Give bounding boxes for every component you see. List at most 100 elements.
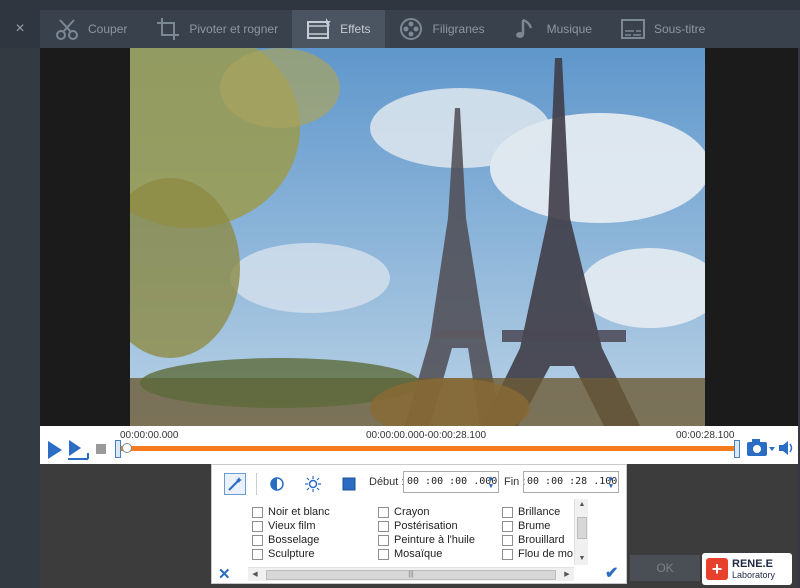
trim-end-handle[interactable] xyxy=(734,440,740,458)
end-time-spinner[interactable]: ▲ ▼ xyxy=(606,474,616,490)
effect-label: Noir et blanc xyxy=(268,506,330,518)
play-to-end-icon[interactable] xyxy=(66,439,90,461)
effect-checkbox-vieux-film[interactable]: Vieux film xyxy=(252,519,330,533)
tab-effets[interactable]: Effets xyxy=(292,10,385,48)
trim-start-handle[interactable] xyxy=(115,440,121,458)
brightness-tool[interactable] xyxy=(302,473,324,495)
effects-column-1: Noir et blanc Vieux film Bosselage Sculp… xyxy=(252,505,330,561)
horizontal-scrollbar[interactable]: ◀ ||| ▶ xyxy=(248,567,574,581)
tab-filigranes[interactable]: Filigranes xyxy=(385,10,499,48)
logo-title: RENE.E xyxy=(732,558,773,570)
close-icon[interactable]: × xyxy=(0,10,40,48)
effect-checkbox-peinture-a-l-huile[interactable]: Peinture à l'huile xyxy=(378,533,475,547)
logo-subtitle: Laboratory xyxy=(732,570,776,580)
checkbox[interactable] xyxy=(378,520,389,532)
tab-label: Filigranes xyxy=(432,22,485,36)
tab-label: Couper xyxy=(88,22,128,36)
effect-label: Brouillard xyxy=(518,534,565,546)
scroll-left-arrow-icon[interactable]: ◀ xyxy=(248,568,262,582)
tab-musique[interactable]: Musique xyxy=(499,10,606,48)
end-time-value: 00 :00 :28 .100 xyxy=(527,476,618,487)
timeline-start-time: 00:00:00.000 xyxy=(120,430,179,441)
checkbox[interactable] xyxy=(252,548,263,560)
scroll-up-arrow-icon[interactable]: ▲ xyxy=(575,499,589,511)
checkbox[interactable] xyxy=(252,520,263,532)
effect-label: Flou de mo xyxy=(518,548,574,560)
subtitle-icon xyxy=(620,19,645,39)
start-time-value: 00 :00 :00 .000 xyxy=(407,476,498,487)
timeline-range-time: 00:00:00.000-00:00:28.100 xyxy=(366,430,487,441)
editor-tabs: Couper Pivoter et rogner Effets Filigran… xyxy=(40,10,800,48)
magic-wand-tool[interactable] xyxy=(224,473,246,495)
magic-wand-icon xyxy=(228,477,242,491)
volume-icon[interactable] xyxy=(778,440,796,456)
effect-checkbox-posterisation[interactable]: Postérisation xyxy=(378,519,475,533)
effect-checkbox-brouillard[interactable]: Brouillard xyxy=(502,533,573,547)
contrast-icon xyxy=(270,477,284,491)
brightness-icon xyxy=(305,476,321,492)
horizontal-scroll-thumb[interactable]: ||| xyxy=(266,570,556,580)
contrast-tool[interactable] xyxy=(266,473,288,495)
timeline-end-time: 00:00:28.100 xyxy=(676,430,735,441)
scroll-right-arrow-icon[interactable]: ▶ xyxy=(560,568,574,582)
cancel-icon[interactable]: ✕ xyxy=(218,565,231,583)
effect-label: Crayon xyxy=(394,506,430,518)
tab-couper[interactable]: Couper xyxy=(40,10,141,48)
effect-checkbox-sculpture[interactable]: Sculpture xyxy=(252,547,330,561)
tab-label: Effets xyxy=(340,22,371,36)
effect-checkbox-flou-de-mouvement[interactable]: Flou de mo xyxy=(502,547,573,561)
film-effects-icon xyxy=(307,18,332,39)
effect-checkbox-noir-et-blanc[interactable]: Noir et blanc xyxy=(252,505,330,519)
vertical-scroll-thumb[interactable] xyxy=(577,517,587,539)
effect-label: Vieux film xyxy=(268,520,316,532)
crop-icon xyxy=(157,18,180,40)
checkbox[interactable] xyxy=(502,548,513,560)
effect-checkbox-brume[interactable]: Brume xyxy=(502,519,573,533)
tab-pivoter-et-rogner[interactable]: Pivoter et rogner xyxy=(141,10,292,48)
end-time-input[interactable]: 00 :00 :28 .100 ▲ ▼ xyxy=(523,471,619,493)
effects-column-2: Crayon Postérisation Peinture à l'huile … xyxy=(378,505,475,561)
timeline-bar: 00:00:00.000 00:00:00.000-00:00:28.100 0… xyxy=(40,426,798,464)
playhead-knob[interactable] xyxy=(122,443,132,453)
play-icon[interactable] xyxy=(46,440,64,460)
checkbox[interactable] xyxy=(252,534,263,546)
scroll-down-arrow-icon[interactable]: ▼ xyxy=(575,553,589,565)
checkbox[interactable] xyxy=(502,520,513,532)
ok-button[interactable]: OK xyxy=(630,555,700,581)
left-strip xyxy=(0,48,40,588)
effect-label: Peinture à l'huile xyxy=(394,534,475,546)
effect-label: Postérisation xyxy=(394,520,458,532)
effect-label: Brillance xyxy=(518,506,561,518)
square-filter-icon xyxy=(342,477,356,491)
checkbox[interactable] xyxy=(378,534,389,546)
start-time-spinner[interactable]: ▲ ▼ xyxy=(486,474,496,490)
video-frame[interactable] xyxy=(130,48,705,426)
scissors-icon xyxy=(56,19,78,40)
saturation-tool[interactable] xyxy=(338,473,360,495)
checkbox[interactable] xyxy=(502,506,513,518)
effect-checkbox-mosaique[interactable]: Mosaïque xyxy=(378,547,475,561)
vertical-scrollbar[interactable]: ▲ ▼ xyxy=(574,499,588,565)
start-label: Début : xyxy=(369,476,405,488)
effect-checkbox-bosselage[interactable]: Bosselage xyxy=(252,533,330,547)
camera-icon[interactable] xyxy=(746,438,776,458)
music-note-icon xyxy=(515,18,532,38)
checkbox[interactable] xyxy=(378,548,389,560)
timeline-track[interactable] xyxy=(118,446,738,451)
tab-label: Musique xyxy=(546,22,592,36)
stop-icon[interactable] xyxy=(96,444,106,454)
effect-checkbox-brillance[interactable]: Brillance xyxy=(502,505,573,519)
effect-checkbox-crayon[interactable]: Crayon xyxy=(378,505,475,519)
tab-sous-titre[interactable]: Sous-titre xyxy=(606,10,719,48)
effects-column-3: Brillance Brume Brouillard Flou de mo xyxy=(502,505,573,561)
start-time-input[interactable]: 00 :00 :00 .000 ▲ ▼ xyxy=(403,471,499,493)
effects-list: Noir et blanc Vieux film Bosselage Sculp… xyxy=(252,505,574,565)
checkbox[interactable] xyxy=(378,506,389,518)
tab-label: Pivoter et rogner xyxy=(189,22,279,36)
checkbox[interactable] xyxy=(252,506,263,518)
toolbar-separator xyxy=(256,473,257,495)
brand-logo: + RENE.E Laboratory xyxy=(702,553,792,585)
checkbox[interactable] xyxy=(502,534,513,546)
confirm-check-icon[interactable]: ✔ xyxy=(605,563,618,583)
top-toolbar: × Couper Pivoter et rogner Effets Filigr… xyxy=(0,0,800,48)
